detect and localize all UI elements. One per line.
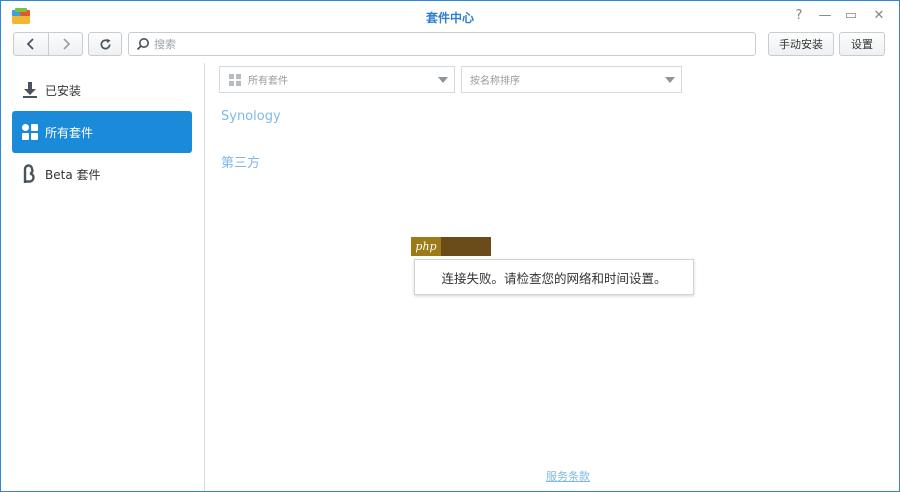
maximize-button[interactable]: ▭ — [842, 7, 860, 25]
error-message-toast: 连接失败。请检查您的网络和时间设置。 — [414, 259, 694, 295]
sort-select[interactable]: 按名称排序 — [461, 66, 682, 93]
navigation-group — [13, 32, 83, 56]
toolbar: 手动安装 设置 — [1, 31, 899, 59]
search-input[interactable] — [154, 37, 744, 51]
grid-icon — [229, 73, 241, 86]
package-center-window: 套件中心 ? — ▭ ✕ 搜索 手动安装 设置 已安装 所有套件 Beta 套件… — [0, 0, 900, 492]
sidebar-item-beta[interactable]: Beta 套件 — [12, 153, 192, 195]
settings-button[interactable]: 设置 — [839, 32, 885, 56]
minimize-button[interactable]: — — [816, 7, 834, 25]
search-box[interactable] — [128, 32, 756, 56]
section-synology: Synology — [221, 109, 281, 124]
manual-install-button[interactable]: 手动安装 — [768, 32, 834, 56]
section-third-party: 第三方 — [221, 156, 261, 171]
chevron-down-icon — [665, 77, 675, 83]
back-button[interactable] — [14, 33, 48, 55]
sort-value: 按名称排序 — [470, 76, 520, 87]
sidebar: 已安装 所有套件 Beta 套件 — [1, 63, 205, 491]
help-button[interactable]: ? — [790, 7, 808, 25]
chevron-down-icon — [438, 77, 448, 83]
sidebar-item-label: 所有套件 — [45, 125, 94, 140]
close-button[interactable]: ✕ — [870, 7, 888, 25]
category-filter-select[interactable]: 所有套件 — [219, 66, 455, 93]
refresh-button[interactable] — [88, 32, 122, 56]
download-icon — [19, 79, 41, 101]
php-watermark-logo: php — [411, 237, 491, 256]
grid-icon — [19, 121, 41, 143]
window-title: 套件中心 — [425, 11, 474, 25]
category-filter-value: 所有套件 — [248, 76, 288, 87]
title-bar: 套件中心 ? — ▭ ✕ — [1, 1, 899, 31]
forward-button[interactable] — [48, 33, 82, 55]
chevron-right-icon — [62, 38, 70, 50]
error-message-text: 连接失败。请检查您的网络和时间设置。 — [441, 270, 667, 286]
terms-of-service-link[interactable]: 服务条款 — [546, 468, 590, 484]
sidebar-item-label: Beta 套件 — [45, 167, 101, 182]
sidebar-item-all-packages[interactable]: 所有套件 — [12, 111, 192, 153]
beta-icon — [19, 163, 41, 185]
refresh-icon — [100, 38, 111, 49]
search-icon — [136, 38, 149, 51]
chevron-left-icon — [26, 38, 34, 50]
main-content: 所有套件 按名称排序 Synology 第三方 php 连接失败。请检查您的网络… — [206, 63, 899, 491]
sidebar-item-label: 已安装 — [45, 83, 82, 98]
sidebar-item-installed[interactable]: 已安装 — [12, 69, 192, 111]
